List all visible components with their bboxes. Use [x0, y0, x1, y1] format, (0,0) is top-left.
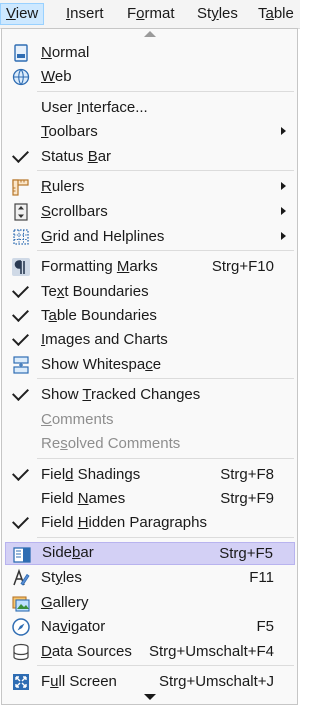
menu-item-label: Show Tracked Changes — [41, 386, 201, 403]
menu-item-field-hidden-paragraphs[interactable]: Field Hidden Paragraphs — [5, 511, 295, 534]
menu-item-label: Normal — [41, 44, 90, 61]
menu-separator — [37, 665, 294, 666]
full-screen-icon — [11, 672, 31, 692]
menu-separator — [37, 458, 294, 459]
shortcut-label: Strg+Umschalt+F4 — [148, 643, 274, 660]
shortcut-label: Strg+F10 — [211, 258, 274, 275]
scroll-down-icon[interactable] — [144, 694, 156, 700]
menu-item-styles[interactable]: Styles F11 — [5, 566, 295, 589]
menu-item-toolbars[interactable]: Toolbars — [5, 120, 295, 143]
menu-separator — [37, 250, 294, 251]
menu-item-label: Text Boundaries — [41, 283, 149, 300]
menu-item-label: Grid and Helplines — [41, 228, 165, 245]
checkmark-icon — [12, 329, 29, 346]
navigator-icon — [11, 617, 31, 637]
menu-item-field-shadings[interactable]: Field Shadings Strg+F8 — [5, 463, 295, 486]
checkmark-icon — [12, 464, 29, 481]
menu-item-label: Comments — [41, 411, 114, 428]
sidebar-icon — [12, 545, 32, 565]
menu-item-label: Field Shadings — [41, 466, 141, 483]
menu-item-label: Images and Charts — [41, 331, 168, 348]
rulers-icon — [11, 177, 31, 197]
shortcut-label: F5 — [256, 618, 274, 635]
menu-item-show-tracked-changes[interactable]: Show Tracked Changes — [5, 383, 295, 406]
menu-item-scrollbars[interactable]: Scrollbars — [5, 200, 295, 223]
checkmark-icon — [12, 146, 29, 163]
menu-item-label: Show Whitespace — [41, 356, 162, 373]
checkmark-icon — [12, 512, 29, 529]
menu-separator — [37, 91, 294, 92]
menu-item-comments: Comments — [5, 408, 295, 431]
menu-item-rulers[interactable]: Rulers — [5, 175, 295, 198]
shortcut-label: Strg+F9 — [220, 490, 274, 507]
menu-item-resolved-comments: Resolved Comments — [5, 432, 295, 455]
shortcut-label: Strg+F8 — [220, 466, 274, 483]
menu-item-label: Formatting Marks — [41, 258, 158, 275]
menu-item-label: Rulers — [41, 178, 85, 195]
menu-item-field-names[interactable]: Field Names Strg+F9 — [5, 487, 295, 510]
menu-item-data-sources[interactable]: Data Sources Strg+Umschalt+F4 — [5, 640, 295, 663]
menu-separator — [37, 378, 294, 379]
menu-item-text-boundaries[interactable]: Text Boundaries — [5, 280, 295, 303]
menu-styles[interactable]: Styles — [192, 3, 243, 25]
menu-table[interactable]: Table — [253, 3, 299, 25]
menu-separator — [37, 537, 294, 538]
shortcut-label: F11 — [249, 569, 274, 586]
menu-format[interactable]: Format — [122, 3, 180, 25]
menu-item-label: Status Bar — [41, 148, 112, 165]
checkmark-icon — [12, 305, 29, 322]
menu-item-label: Field Hidden Paragraphs — [41, 514, 207, 531]
menu-item-images-and-charts[interactable]: Images and Charts — [5, 328, 295, 351]
menu-insert[interactable]: Insert — [61, 3, 109, 25]
web-view-icon — [11, 67, 31, 87]
grid-icon — [11, 227, 31, 247]
menu-item-user-interface[interactable]: User Interface... — [5, 96, 295, 119]
menu-item-label: Data Sources — [41, 643, 132, 660]
menu-item-label: Navigator — [41, 618, 106, 635]
shortcut-label: Strg+Umschalt+J — [158, 673, 274, 690]
menu-item-full-screen[interactable]: Full Screen Strg+Umschalt+J — [5, 670, 295, 693]
scrollbars-icon — [11, 202, 31, 222]
submenu-arrow-icon — [281, 127, 286, 135]
submenu-arrow-icon — [281, 207, 286, 215]
menu-item-show-whitespace[interactable]: Show Whitespace — [5, 353, 295, 376]
menu-item-normal[interactable]: Normal — [5, 41, 295, 64]
menu-item-grid-and-helplines[interactable]: Grid and Helplines — [5, 225, 295, 248]
styles-icon — [11, 568, 31, 588]
menu-item-label: Full Screen — [41, 673, 117, 690]
data-sources-icon — [11, 642, 31, 662]
menu-bar: View Insert Format Styles Table — [0, 0, 300, 29]
menu-item-label: User Interface... — [41, 99, 148, 116]
menu-item-label: Table Boundaries — [41, 307, 157, 324]
menu-item-label: Web — [41, 68, 72, 85]
gallery-icon — [11, 593, 31, 613]
scroll-up-icon[interactable] — [144, 31, 156, 37]
menu-item-label: Sidebar — [42, 544, 94, 561]
menu-item-label: Toolbars — [41, 123, 98, 140]
whitespace-icon — [11, 355, 31, 375]
menu-item-table-boundaries[interactable]: Table Boundaries — [5, 304, 295, 327]
view-menu-dropdown: Normal Web User Interface... Toolbars Status… — [1, 28, 298, 705]
normal-view-icon — [11, 43, 31, 63]
menu-item-formatting-marks[interactable]: Formatting Marks Strg+F10 — [5, 255, 295, 278]
menu-item-label: Styles — [41, 569, 82, 586]
menu-separator — [37, 170, 294, 171]
menu-item-label: Gallery — [41, 594, 89, 611]
menu-item-web[interactable]: Web — [5, 65, 295, 88]
menu-item-status-bar[interactable]: Status Bar — [5, 145, 295, 168]
menu-item-label: Field Names — [41, 490, 126, 507]
shortcut-label: Strg+F5 — [219, 545, 273, 562]
submenu-arrow-icon — [281, 182, 286, 190]
menu-item-label: Resolved Comments — [41, 435, 181, 452]
menu-item-sidebar[interactable]: Sidebar Strg+F5 — [5, 542, 295, 565]
menu-view[interactable]: View — [0, 3, 45, 25]
menu-item-gallery[interactable]: Gallery — [5, 591, 295, 614]
menu-item-label: Scrollbars — [41, 203, 108, 220]
checkmark-icon — [12, 281, 29, 298]
checkmark-icon — [12, 384, 29, 401]
formatting-marks-icon — [11, 257, 31, 277]
menu-item-navigator[interactable]: Navigator F5 — [5, 615, 295, 638]
submenu-arrow-icon — [281, 232, 286, 240]
